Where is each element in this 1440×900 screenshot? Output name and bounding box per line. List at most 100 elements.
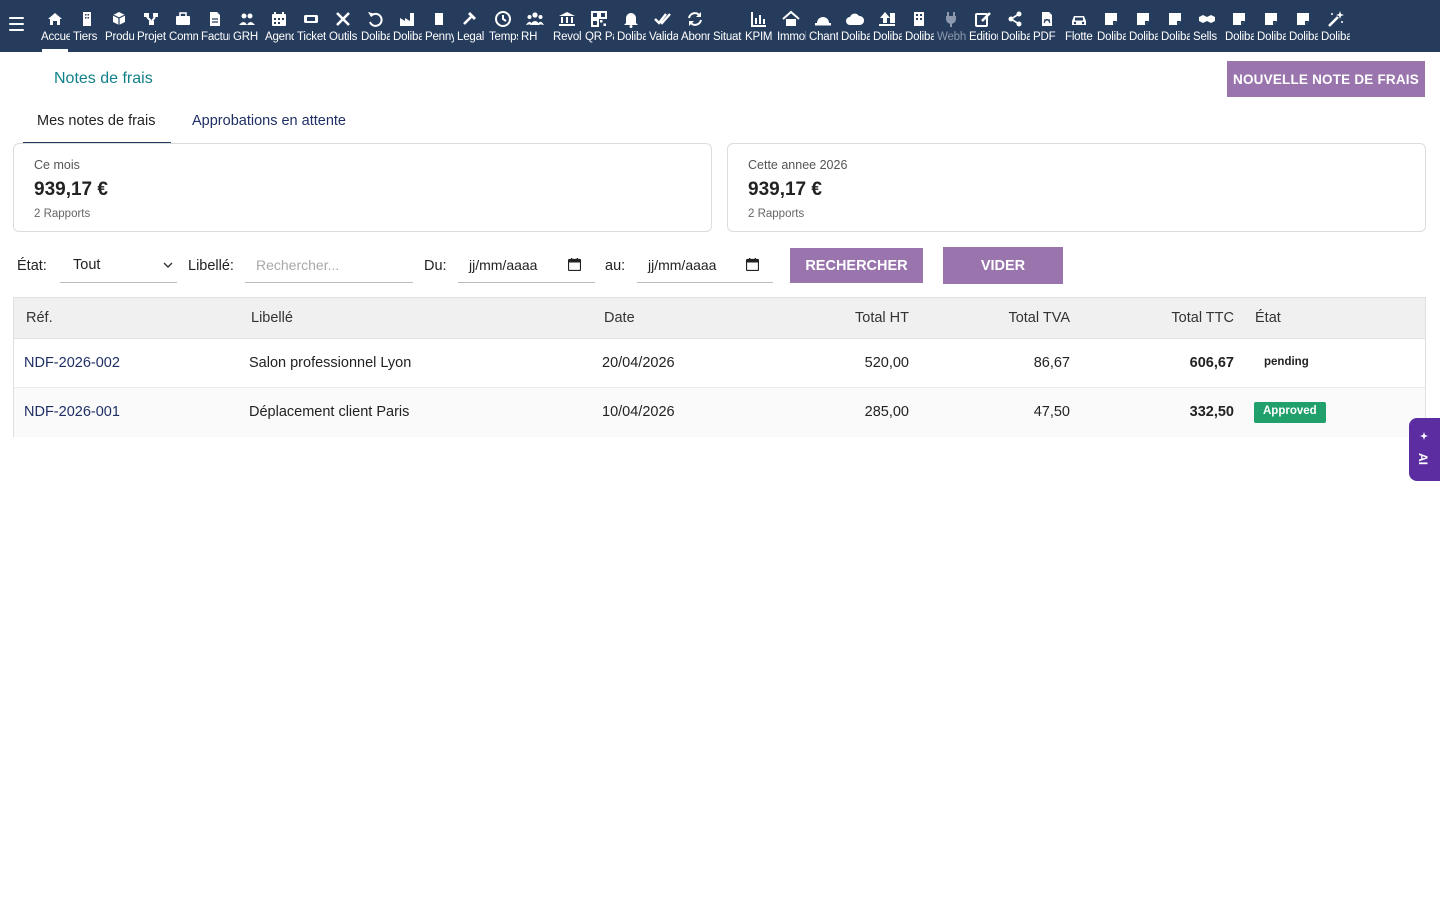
nav-item[interactable]: Temps xyxy=(487,0,519,52)
label-search-input[interactable]: Rechercher... xyxy=(245,248,413,283)
state-select[interactable]: Tout xyxy=(60,248,177,283)
nav-item[interactable]: Dolibarr xyxy=(903,0,935,52)
invoice-icon xyxy=(199,10,231,28)
nav-item[interactable]: Editions xyxy=(967,0,999,52)
nav-item[interactable]: Validation xyxy=(647,0,679,52)
nav-item[interactable]: Dolibarr xyxy=(1095,0,1127,52)
nav-item[interactable]: Immobilier xyxy=(775,0,807,52)
nav-item[interactable]: Dolibarr xyxy=(1255,0,1287,52)
col-date[interactable]: Date xyxy=(604,310,635,326)
calendar-icon[interactable] xyxy=(746,258,759,271)
to-date-input[interactable]: jj/mm/aaaa xyxy=(637,248,773,283)
new-expense-report-button[interactable]: NOUVELLE NOTE DE FRAIS xyxy=(1227,61,1425,97)
home-icon xyxy=(39,10,71,28)
nav-item[interactable]: Projets xyxy=(135,0,167,52)
clear-button[interactable]: VIDER xyxy=(943,247,1063,284)
nav-item-label: Commercial xyxy=(169,31,198,43)
nav-item[interactable]: Dolibarr xyxy=(839,0,871,52)
row-label: Déplacement client Paris xyxy=(249,404,410,420)
handshake-icon xyxy=(1191,10,1223,28)
nav-item[interactable]: Agenda xyxy=(263,0,295,52)
nav-item[interactable]: Flotte xyxy=(1063,0,1095,52)
nav-item[interactable]: Dolibarr xyxy=(1159,0,1191,52)
nav-item-label: Penny xyxy=(425,31,454,43)
nav-item[interactable]: Revolut xyxy=(551,0,583,52)
nav-item[interactable]: Chantier xyxy=(807,0,839,52)
nav-item-label: Tickets xyxy=(297,31,326,43)
nav-item[interactable]: Outils xyxy=(327,0,359,52)
ai-assistant-tab[interactable]: AI xyxy=(1409,418,1440,481)
table-row[interactable]: NDF-2026-001 Déplacement client Paris 10… xyxy=(14,388,1425,437)
house-icon xyxy=(775,10,807,28)
nav-item[interactable]: Tiers xyxy=(71,0,103,52)
nav-item-label: QR Pay xyxy=(585,31,614,43)
col-label[interactable]: Libellé xyxy=(251,310,293,326)
nav-item[interactable]: Dolibarr xyxy=(615,0,647,52)
nav-item-label: Accueil xyxy=(41,31,70,43)
tab-pending-approvals[interactable]: Approbations en attente xyxy=(178,102,360,144)
status-badge: Approved xyxy=(1254,402,1326,423)
nav-item[interactable]: RH xyxy=(519,0,551,52)
calendar-icon[interactable] xyxy=(568,258,581,271)
nav-item-label: KPIM xyxy=(745,31,773,43)
nav-item-label: GRH xyxy=(233,31,258,43)
top-bar: AccueilTiers ProduitsProjetsCommercialFac… xyxy=(0,0,1440,52)
state-filter-label: État: xyxy=(17,258,47,274)
row-total-tva: 47,50 xyxy=(1033,404,1070,420)
row-date: 10/04/2026 xyxy=(602,404,675,420)
nav-item-label: RH xyxy=(521,31,538,43)
nav-item[interactable]: Tickets xyxy=(295,0,327,52)
nav-item[interactable]: Dolibarr xyxy=(999,0,1031,52)
nav-item[interactable]: Penny xyxy=(423,0,455,52)
col-total-ht[interactable]: Total HT xyxy=(855,310,909,326)
col-status[interactable]: État xyxy=(1255,310,1281,326)
to-date-value: jj/mm/aaaa xyxy=(648,257,717,273)
nav-item[interactable]: Webhook xyxy=(935,0,967,52)
row-ref-link[interactable]: NDF-2026-002 xyxy=(24,355,120,371)
nav-item[interactable]: Dolibarr xyxy=(1223,0,1255,52)
nav-item[interactable]: Dolibarr xyxy=(359,0,391,52)
summary-card-year: Cette annee 2026 939,17 € 2 Rapports xyxy=(727,143,1426,232)
nav-item[interactable]: Sells xyxy=(1191,0,1223,52)
nav-item[interactable]: Accueil xyxy=(39,0,71,52)
from-date-input[interactable]: jj/mm/aaaa xyxy=(458,248,595,283)
nav-item[interactable]: Dolibarr xyxy=(391,0,423,52)
nav-item[interactable]: Abonnements xyxy=(679,0,711,52)
col-total-tva[interactable]: Total TVA xyxy=(1008,310,1070,326)
nav-item[interactable]: Dolibarr xyxy=(1127,0,1159,52)
sparkle-icon xyxy=(1420,432,1428,440)
nav-item[interactable]: GRH xyxy=(231,0,263,52)
note-icon xyxy=(1287,10,1319,28)
nav-item[interactable]: Legal xyxy=(455,0,487,52)
nav-item[interactable]: KPIM xyxy=(743,0,775,52)
summary-month-reports: 2 Rapports xyxy=(34,208,91,220)
row-total-tva: 86,67 xyxy=(1033,355,1070,371)
nav-item-label: Temps xyxy=(489,31,518,43)
hamburger-menu-icon[interactable] xyxy=(9,17,24,33)
col-total-ttc[interactable]: Total TTC xyxy=(1171,310,1234,326)
note-icon xyxy=(1095,10,1127,28)
table-row[interactable]: NDF-2026-002 Salon professionnel Lyon 20… xyxy=(14,339,1425,388)
nav-item[interactable]: QR Pay xyxy=(583,0,615,52)
nav-item[interactable]: Dolibarr xyxy=(1319,0,1351,52)
nav-item-label: Webhook xyxy=(937,31,966,43)
from-date-label: Du: xyxy=(424,258,447,274)
nav-item-label: Dolibarr xyxy=(841,31,870,43)
nav-item[interactable]: Produits xyxy=(103,0,135,52)
search-button[interactable]: RECHERCHER xyxy=(790,248,923,283)
tab-my-expense-reports[interactable]: Mes notes de frais xyxy=(23,102,171,144)
nav-item[interactable]: Situation xyxy=(711,0,743,52)
nav-item-label: Tiers xyxy=(73,31,98,43)
row-ref-link[interactable]: NDF-2026-001 xyxy=(24,404,120,420)
industry-icon xyxy=(391,10,423,28)
nav-item[interactable]: PDF xyxy=(1031,0,1063,52)
nav-item[interactable]: Commercial xyxy=(167,0,199,52)
nav-item[interactable]: Dolibarr xyxy=(871,0,903,52)
nav-item-label: Legal xyxy=(457,31,485,43)
nav-item[interactable]: Dolibarr xyxy=(1287,0,1319,52)
note-icon xyxy=(1255,10,1287,28)
double-check-icon xyxy=(647,10,679,28)
nav-item-label: Revolut xyxy=(553,31,582,43)
col-ref[interactable]: Réf. xyxy=(26,310,53,326)
nav-item[interactable]: Factures xyxy=(199,0,231,52)
